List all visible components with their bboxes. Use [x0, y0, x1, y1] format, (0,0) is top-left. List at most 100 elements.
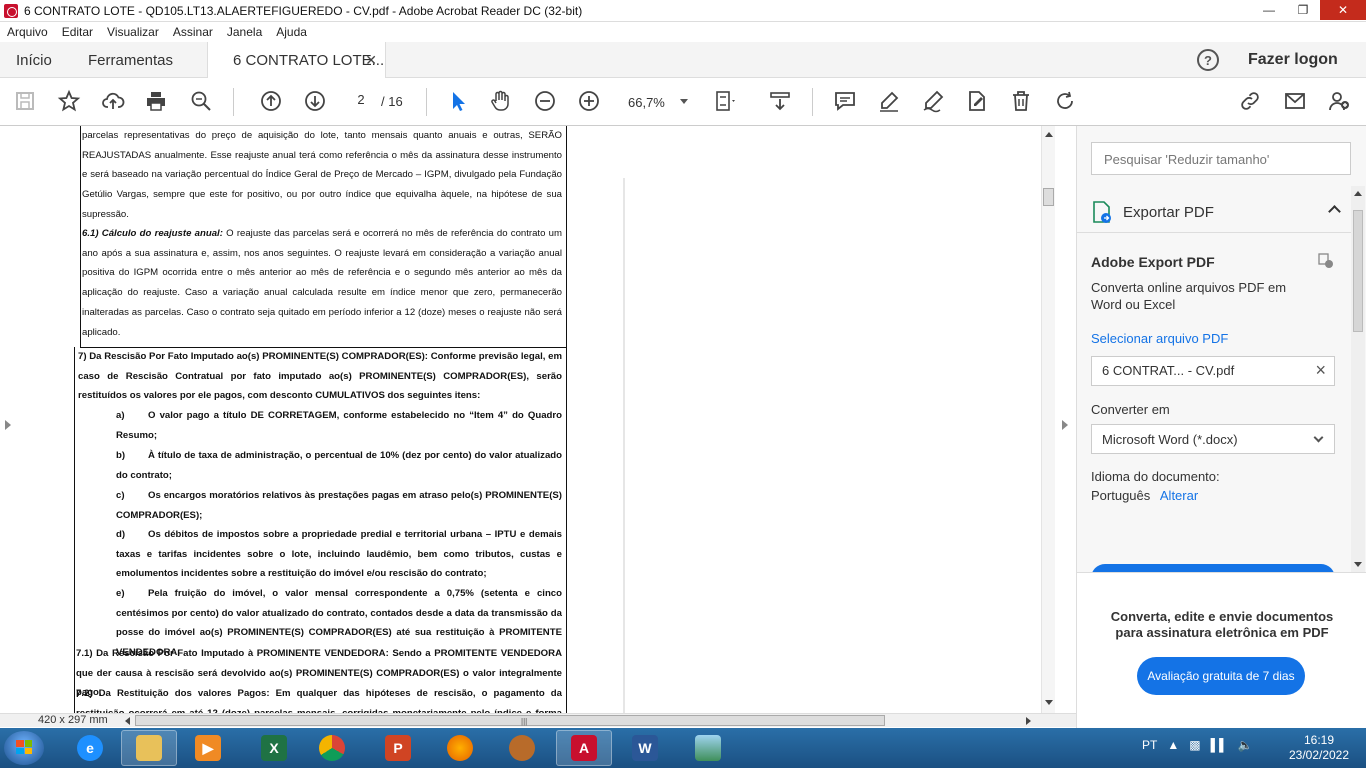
scroll-up-icon[interactable] — [1045, 132, 1053, 137]
menu-arquivo[interactable]: Arquivo — [0, 25, 55, 39]
copy-info-icon[interactable] — [1318, 253, 1334, 269]
taskbar-photos[interactable] — [680, 730, 736, 766]
item-text: Os débitos de impostos sobre a proprieda… — [116, 529, 562, 580]
zoom-out-icon[interactable] — [532, 88, 558, 114]
game-icon — [509, 735, 535, 761]
star-icon[interactable] — [56, 88, 82, 114]
print-icon[interactable] — [143, 88, 169, 114]
signal-icon[interactable]: ▌▌ — [1211, 738, 1228, 752]
login-button[interactable]: Fazer logon — [1248, 51, 1338, 69]
mail-icon[interactable] — [1282, 88, 1308, 114]
search-zoom-icon[interactable] — [188, 88, 214, 114]
menu-assinar[interactable]: Assinar — [166, 25, 220, 39]
taskbar-word[interactable]: W — [617, 730, 673, 766]
clock[interactable]: 16:19 23/02/2022 — [1284, 733, 1354, 763]
select-pdf-link[interactable]: Selecionar arquivo PDF — [1091, 331, 1228, 346]
clause-7-2-text: 7.2) Da Restituição dos valores Pagos: E… — [76, 688, 562, 713]
panel-divider — [1077, 232, 1351, 233]
acrobat-app-icon — [4, 3, 18, 18]
input-language[interactable]: PT — [1142, 738, 1157, 752]
item-letter: d) — [116, 529, 126, 540]
right-panel-toggle-icon[interactable] — [1062, 420, 1068, 430]
item-text: À título de taxa de administração, o per… — [116, 450, 562, 481]
clause-7-2: 7.2) Da Restituição dos valores Pagos: E… — [76, 684, 562, 713]
taskbar-internet-explorer[interactable]: e — [62, 730, 118, 766]
close-window-button[interactable]: ✕ — [1320, 0, 1366, 20]
clause-6-1: 6.1) Cálculo do reajuste anual: O reajus… — [82, 224, 562, 342]
redo-icon[interactable] — [1052, 88, 1078, 114]
taskbar-file-explorer[interactable] — [121, 730, 177, 766]
media-player-icon: ▶ — [195, 735, 221, 761]
tools-search-input[interactable]: Pesquisar 'Reduzir tamanho' — [1091, 142, 1351, 175]
panel-scroll-thumb[interactable] — [1353, 210, 1363, 332]
panel-scrollbar[interactable] — [1351, 186, 1365, 578]
taskbar-acrobat[interactable]: A — [556, 730, 612, 766]
scroll-right-icon[interactable] — [1026, 717, 1031, 725]
add-user-icon[interactable] — [1326, 88, 1352, 114]
convert-format-select[interactable]: Microsoft Word (*.docx) — [1091, 424, 1335, 454]
taskbar-excel[interactable]: X — [246, 730, 302, 766]
selected-file-field[interactable]: 6 CONTRAT... - CV.pdf × — [1091, 356, 1335, 386]
menu-visualizar[interactable]: Visualizar — [100, 25, 166, 39]
comment-icon[interactable] — [832, 88, 858, 114]
page-number-input[interactable]: 2 — [346, 91, 376, 113]
document-language-value: Português — [1091, 488, 1151, 503]
menu-janela[interactable]: Janela — [220, 25, 269, 39]
document-view[interactable]: parcelas representativas do preço de aqu… — [0, 126, 1076, 713]
menu-ajuda[interactable]: Ajuda — [269, 25, 314, 39]
maximize-button[interactable]: ❐ — [1286, 0, 1320, 20]
zoom-select[interactable]: 66,7% — [620, 91, 692, 113]
trash-icon[interactable] — [1008, 88, 1034, 114]
menu-bar: Arquivo Editar Visualizar Assinar Janela… — [0, 22, 1366, 42]
scroll-up-icon[interactable] — [1354, 191, 1362, 196]
chevron-up-icon[interactable] — [1328, 205, 1341, 218]
scroll-down-icon[interactable] — [1045, 700, 1053, 705]
previous-page-icon[interactable] — [258, 88, 284, 114]
sign-pen-icon[interactable] — [920, 88, 946, 114]
internet-explorer-icon: e — [77, 735, 103, 761]
toolbar-separator — [233, 88, 234, 116]
highlight-pen-icon[interactable] — [876, 88, 902, 114]
select-cursor-icon[interactable] — [445, 88, 471, 114]
scroll-left-icon[interactable] — [125, 717, 130, 725]
document-vertical-scrollbar[interactable] — [1041, 126, 1055, 713]
zoom-in-icon[interactable] — [576, 88, 602, 114]
taskbar-powerpoint[interactable]: P — [370, 730, 426, 766]
menu-editar[interactable]: Editar — [55, 25, 100, 39]
show-hidden-icons-icon[interactable]: ▲ — [1167, 738, 1179, 752]
taskbar-chrome[interactable] — [304, 730, 360, 766]
tab-tools[interactable]: Ferramentas — [88, 42, 173, 78]
taskbar-game[interactable] — [494, 730, 550, 766]
left-panel-toggle-icon[interactable] — [5, 420, 11, 430]
hand-tool-icon[interactable] — [487, 88, 513, 114]
tab-home[interactable]: Início — [16, 42, 52, 78]
item-text: Os encargos moratórios relativos às pres… — [116, 490, 562, 521]
hscroll-thumb[interactable]: ||| — [135, 715, 885, 726]
volume-icon[interactable]: 🔈 — [1238, 738, 1253, 752]
free-trial-button[interactable]: Avaliação gratuita de 7 dias — [1137, 657, 1305, 695]
close-tab-icon[interactable]: ✕ — [365, 52, 377, 69]
taskbar-firefox[interactable] — [432, 730, 488, 766]
help-icon[interactable]: ? — [1197, 49, 1219, 71]
minimize-button[interactable]: — — [1252, 0, 1286, 20]
clause-7-item-a: a) O valor pago a título DE CORRETAGEM, c… — [116, 406, 562, 445]
folder-icon — [136, 735, 162, 761]
next-page-icon[interactable] — [302, 88, 328, 114]
change-language-link[interactable]: Alterar — [1160, 488, 1198, 503]
network-icon[interactable]: ▩ — [1189, 738, 1200, 752]
clear-file-icon[interactable]: × — [1315, 360, 1326, 381]
scrolling-mode-icon[interactable] — [767, 88, 793, 114]
taskbar-media-player[interactable]: ▶ — [180, 730, 236, 766]
scroll-down-icon[interactable] — [1354, 562, 1362, 567]
upload-cloud-icon[interactable] — [100, 88, 126, 114]
tab-document[interactable]: 6 CONTRATO LOTE... ✕ — [207, 42, 386, 79]
scroll-thumb[interactable] — [1043, 188, 1054, 206]
link-icon[interactable] — [1237, 88, 1263, 114]
page-fit-icon[interactable] — [712, 88, 738, 114]
system-tray: PT ▲ ▩ ▌▌ 🔈 — [1142, 738, 1253, 752]
document-horizontal-scrollbar[interactable]: ||| — [125, 715, 1031, 727]
edit-document-icon[interactable] — [964, 88, 990, 114]
save-icon[interactable] — [12, 88, 38, 114]
export-pdf-header[interactable]: Exportar PDF — [1091, 198, 1351, 226]
excel-icon: X — [261, 735, 287, 761]
